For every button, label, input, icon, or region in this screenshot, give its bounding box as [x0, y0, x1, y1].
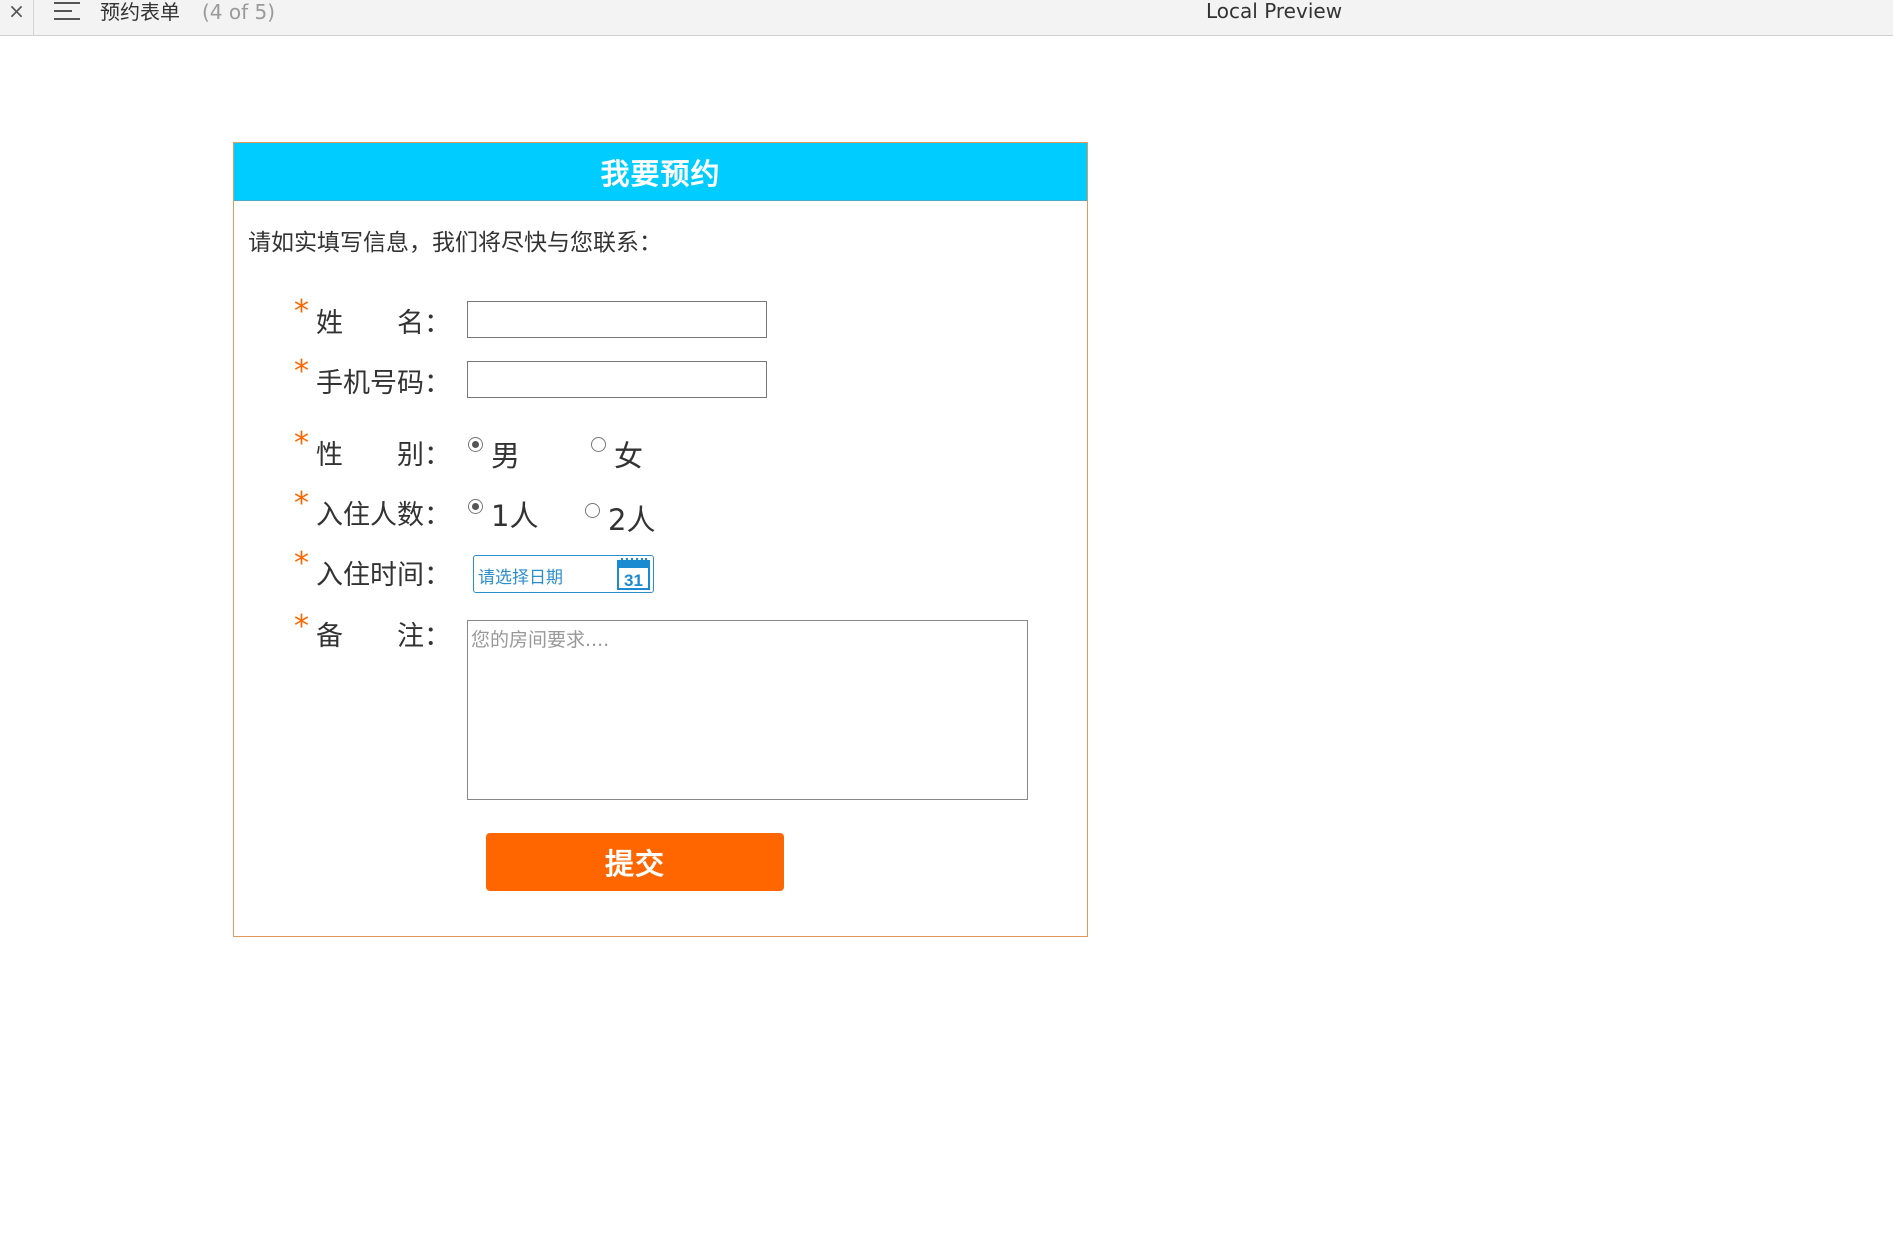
remarks-label: 备 注：	[316, 621, 451, 652]
guests-radio-1[interactable]	[468, 499, 483, 514]
document-count: (4 of 5)	[202, 0, 276, 24]
form-intro: 请如实填写信息，我们将尽快与您联系：	[248, 230, 662, 256]
required-mark: *	[294, 546, 309, 581]
booking-form: 我要预约 请如实填写信息，我们将尽快与您联系： * 姓 名： * 手机号码： *…	[233, 142, 1088, 937]
window-topbar: × 预约表单 (4 of 5) Local Preview	[0, 0, 1893, 36]
calendar-icon[interactable]: 31	[617, 558, 650, 590]
gender-radio-male[interactable]	[468, 437, 483, 452]
required-mark: *	[294, 426, 309, 461]
required-mark: *	[294, 294, 309, 329]
document-title: 预约表单	[100, 0, 180, 24]
required-mark: *	[294, 609, 309, 644]
close-icon: ×	[8, 0, 25, 23]
name-label: 姓 名：	[316, 308, 451, 339]
remarks-textarea[interactable]: 您的房间要求....	[467, 620, 1028, 800]
gender-radio-female[interactable]	[591, 437, 606, 452]
window-title: Local Preview	[1206, 0, 1343, 23]
close-button[interactable]: ×	[0, 0, 34, 35]
guests-label: 入住人数：	[316, 500, 451, 531]
guests-option-1[interactable]: 1人	[491, 499, 538, 533]
gender-option-female[interactable]: 女	[614, 439, 643, 473]
form-title: 我要预约	[600, 156, 721, 191]
date-placeholder: 请选择日期	[478, 568, 563, 588]
submit-button[interactable]: 提交	[486, 833, 784, 891]
date-picker[interactable]: 请选择日期 31	[473, 555, 654, 593]
required-mark: *	[294, 486, 309, 521]
submit-label: 提交	[604, 847, 665, 881]
guests-radio-2[interactable]	[585, 503, 600, 518]
form-header: 我要预约	[234, 143, 1087, 201]
phone-label: 手机号码：	[316, 368, 451, 399]
gender-option-male[interactable]: 男	[491, 439, 520, 473]
gender-label: 性 别：	[316, 440, 451, 471]
menu-icon[interactable]	[54, 2, 80, 22]
guests-option-2[interactable]: 2人	[608, 503, 655, 537]
phone-input[interactable]	[467, 361, 767, 398]
name-input[interactable]	[467, 301, 767, 338]
checkin-label: 入住时间：	[316, 560, 451, 591]
svg-text:31: 31	[624, 571, 643, 590]
remarks-placeholder: 您的房间要求....	[471, 629, 610, 651]
required-mark: *	[294, 354, 309, 389]
